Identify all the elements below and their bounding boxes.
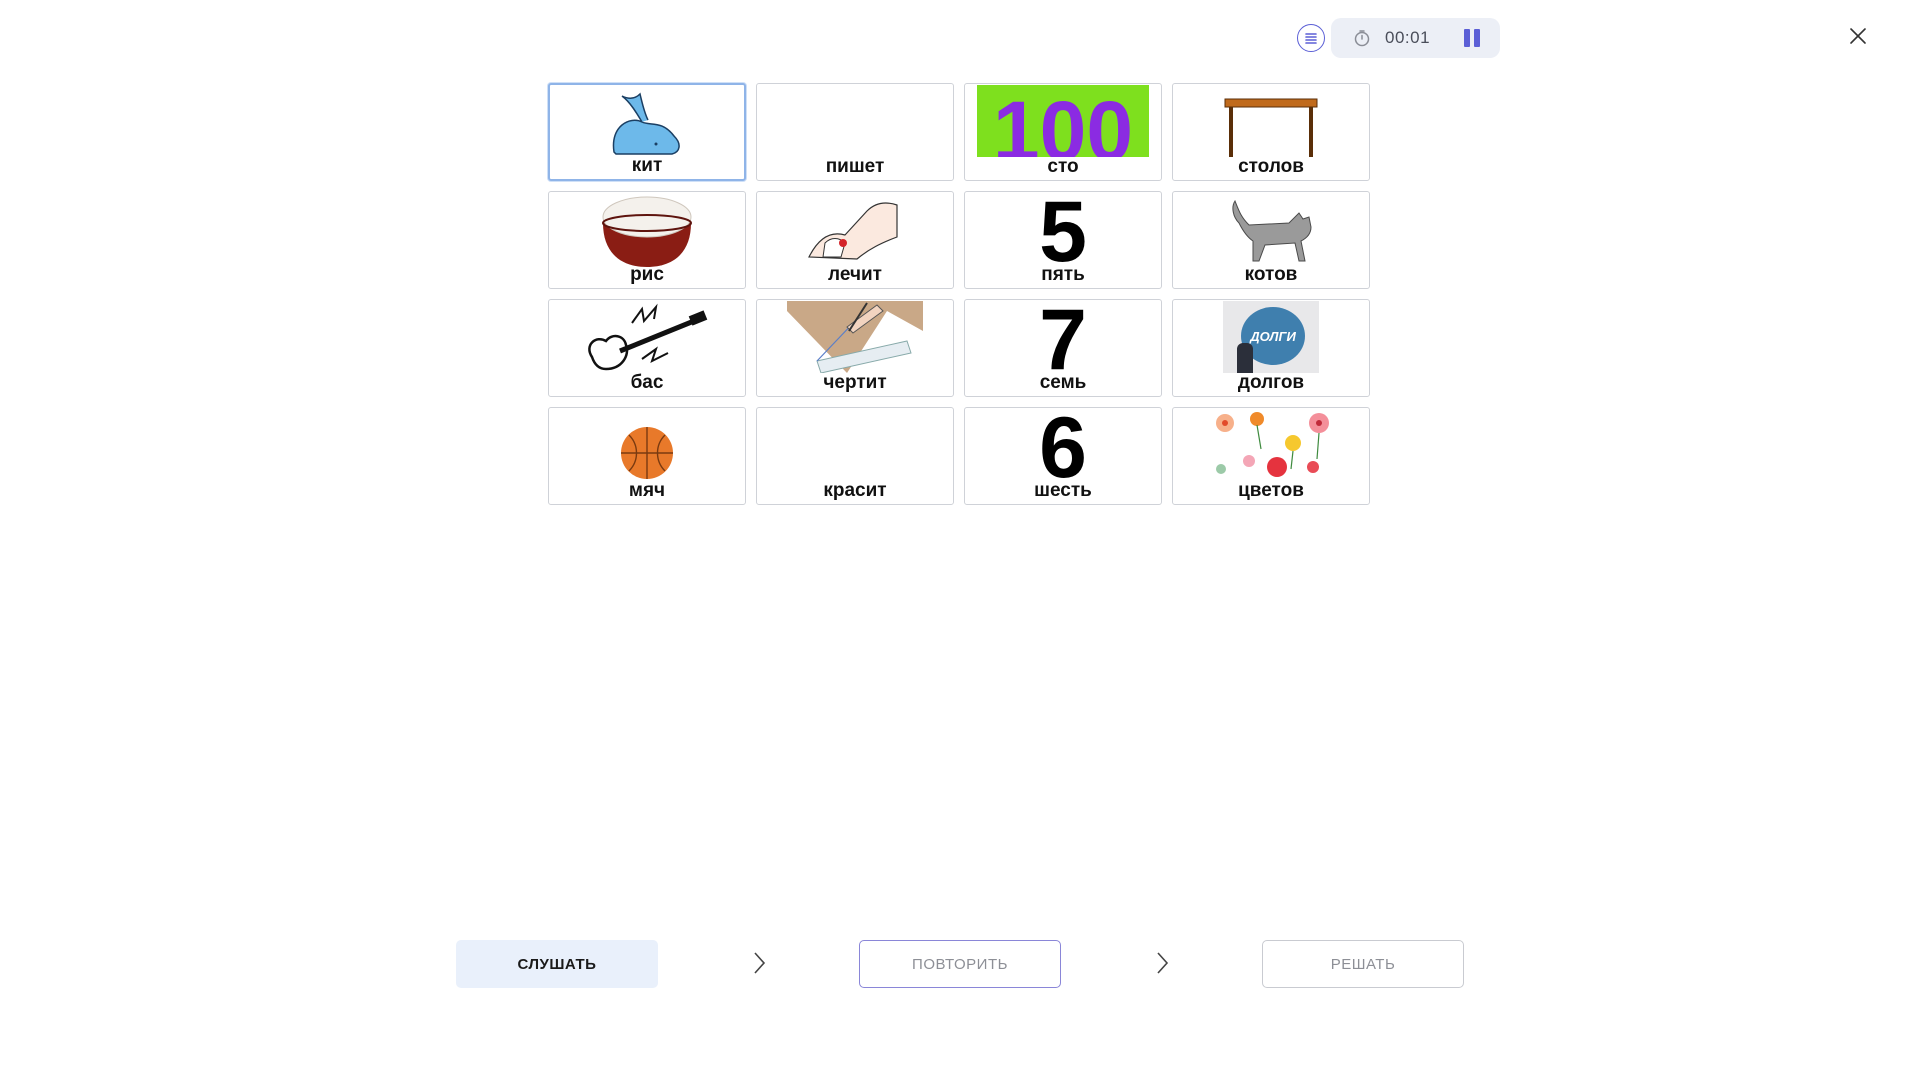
card-word: сто bbox=[1047, 156, 1079, 177]
card-word: пишет bbox=[825, 156, 885, 177]
chevron-right-icon bbox=[1157, 952, 1169, 974]
cat-picture bbox=[1173, 193, 1369, 265]
card-word: семь bbox=[1039, 372, 1087, 393]
rice-bowl-picture bbox=[549, 193, 745, 267]
word-card-grid: кит пишет 100 сто столов рис лечит 5 пят… bbox=[548, 83, 1371, 505]
card-word: бас bbox=[630, 372, 664, 393]
word-card[interactable]: красит bbox=[756, 407, 954, 505]
word-card[interactable]: мяч bbox=[548, 407, 746, 505]
word-card[interactable]: пишет bbox=[756, 83, 954, 181]
card-word: цветов bbox=[1238, 480, 1304, 501]
card-word: шесть bbox=[1034, 480, 1092, 501]
word-card[interactable]: рис bbox=[548, 191, 746, 289]
chevron-right-icon bbox=[754, 952, 766, 974]
card-word: рис bbox=[630, 264, 664, 285]
number-7-picture: 7 bbox=[965, 300, 1161, 383]
debts-ball-picture: ДОЛГИ bbox=[1173, 301, 1369, 373]
list-button[interactable] bbox=[1297, 24, 1325, 52]
close-icon bbox=[1850, 28, 1866, 44]
number-5: 5 bbox=[1039, 191, 1087, 280]
number-100: 100 bbox=[992, 85, 1134, 157]
card-word: красит bbox=[823, 480, 887, 501]
card-word: мяч bbox=[628, 480, 666, 501]
basketball-picture bbox=[549, 409, 745, 481]
list-icon bbox=[1305, 33, 1317, 44]
word-card[interactable]: котов bbox=[1172, 191, 1370, 289]
card-word: кит bbox=[631, 155, 663, 176]
number-5-picture: 5 bbox=[965, 192, 1161, 275]
card-word: столов bbox=[1238, 156, 1304, 177]
card-word: долгов bbox=[1237, 372, 1305, 393]
table-picture bbox=[1173, 85, 1369, 157]
bass-guitar-picture bbox=[549, 301, 745, 373]
stopwatch-icon bbox=[1354, 30, 1370, 47]
card-word: чертит bbox=[823, 372, 887, 393]
number-6-picture: 6 bbox=[965, 408, 1161, 491]
word-card[interactable]: 6 шесть bbox=[964, 407, 1162, 505]
pause-button[interactable] bbox=[1464, 29, 1480, 47]
card-word: котов bbox=[1244, 264, 1298, 285]
repeat-button[interactable]: ПОВТОРИТЬ bbox=[859, 940, 1061, 988]
card-word: лечит bbox=[828, 264, 882, 285]
card-word: пять bbox=[1041, 264, 1085, 285]
close-button[interactable] bbox=[1846, 24, 1870, 48]
word-card[interactable]: 7 семь bbox=[964, 299, 1162, 397]
whale-picture bbox=[550, 86, 744, 158]
solve-button[interactable]: РЕШАТЬ bbox=[1262, 940, 1464, 988]
word-card[interactable]: лечит bbox=[756, 191, 954, 289]
timer-panel: 00:01 bbox=[1331, 18, 1500, 58]
word-card[interactable]: чертит bbox=[756, 299, 954, 397]
listen-button[interactable]: СЛУШАТЬ bbox=[456, 940, 658, 988]
word-card[interactable]: кит bbox=[548, 83, 746, 181]
word-card[interactable]: столов bbox=[1172, 83, 1370, 181]
number-100-picture: 100 bbox=[965, 85, 1161, 157]
number-7: 7 bbox=[1039, 299, 1087, 388]
pause-icon bbox=[1464, 29, 1470, 47]
number-6: 6 bbox=[1039, 407, 1087, 496]
word-card[interactable]: бас bbox=[548, 299, 746, 397]
word-card[interactable]: 100 сто bbox=[964, 83, 1162, 181]
debts-caption: ДОЛГИ bbox=[1250, 328, 1296, 344]
word-card[interactable]: 5 пять bbox=[964, 191, 1162, 289]
drawing-with-ruler-picture bbox=[757, 301, 953, 373]
bandaged-hand-picture bbox=[757, 193, 953, 265]
timer-value: 00:01 bbox=[1385, 28, 1431, 47]
word-card[interactable]: цветов bbox=[1172, 407, 1370, 505]
flowers-picture bbox=[1173, 409, 1369, 481]
word-card[interactable]: ДОЛГИ долгов bbox=[1172, 299, 1370, 397]
